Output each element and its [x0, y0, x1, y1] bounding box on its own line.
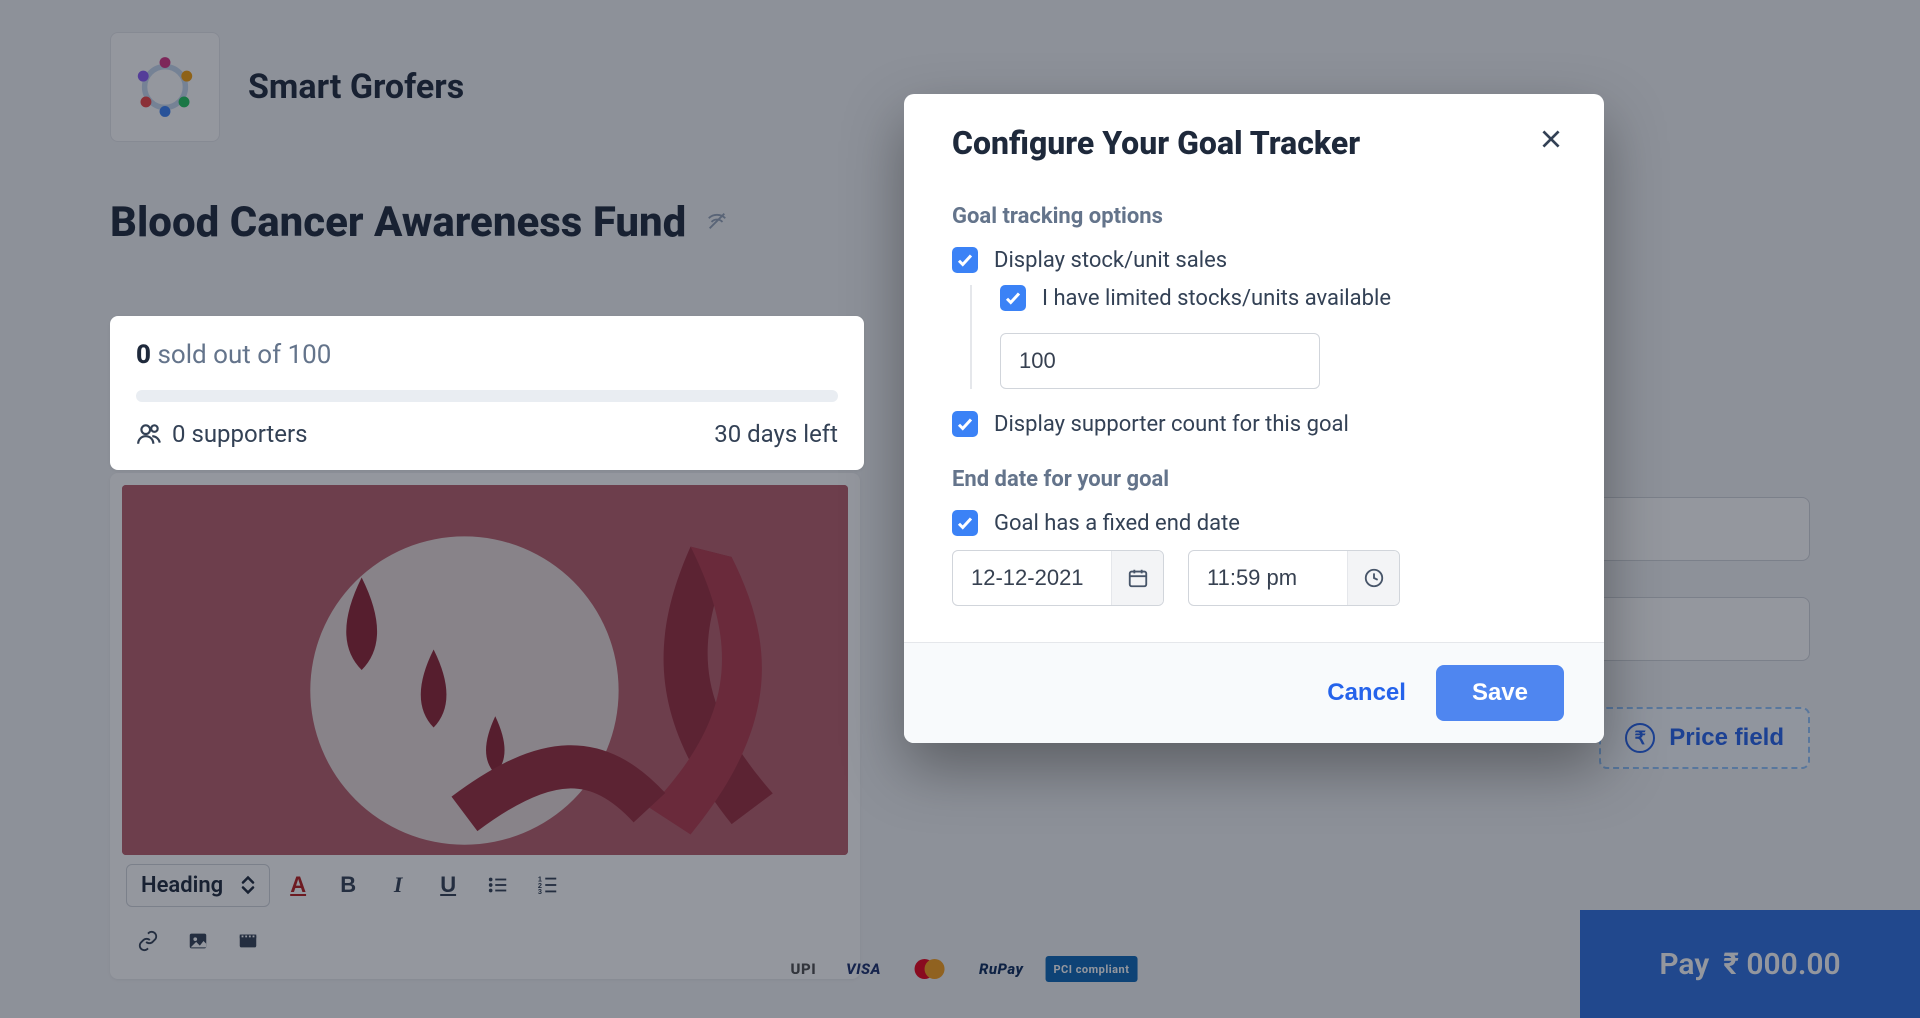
- goal-sold-count: 0: [136, 340, 151, 370]
- people-icon: [136, 421, 162, 447]
- checkbox-fixed-end-date[interactable]: Goal has a fixed end date: [952, 510, 1556, 536]
- section-enddate-label: End date for your goal: [952, 467, 1556, 492]
- checkbox-limited-stock[interactable]: I have limited stocks/units available: [1000, 285, 1556, 311]
- configure-goal-modal: Configure Your Goal Tracker Goal trackin…: [904, 94, 1604, 743]
- modal-title: Configure Your Goal Tracker: [952, 124, 1360, 162]
- checkbox-fixed-end-date-label: Goal has a fixed end date: [994, 511, 1240, 536]
- checkbox-icon: [952, 411, 978, 437]
- end-time-field[interactable]: [1188, 550, 1400, 606]
- checkbox-display-stock[interactable]: Display stock/unit sales: [952, 247, 1556, 273]
- checkbox-limited-stock-label: I have limited stocks/units available: [1042, 286, 1391, 311]
- save-button[interactable]: Save: [1436, 665, 1564, 721]
- calendar-icon[interactable]: [1111, 551, 1163, 605]
- checkbox-display-stock-label: Display stock/unit sales: [994, 248, 1227, 273]
- clock-icon[interactable]: [1347, 551, 1399, 605]
- checkbox-supporter-count-label: Display supporter count for this goal: [994, 412, 1349, 437]
- stock-quantity-input[interactable]: [1000, 333, 1320, 389]
- close-button[interactable]: [1538, 126, 1564, 160]
- end-date-field[interactable]: [952, 550, 1164, 606]
- close-icon: [1538, 126, 1564, 152]
- section-tracking-label: Goal tracking options: [952, 204, 1556, 229]
- checkbox-icon: [1000, 285, 1026, 311]
- goal-tracker-card[interactable]: 0 sold out of 100 0 supporters 30 days l…: [110, 316, 864, 470]
- end-date-input[interactable]: [953, 551, 1111, 605]
- cancel-button[interactable]: Cancel: [1327, 679, 1406, 707]
- checkbox-icon: [952, 510, 978, 536]
- goal-sold-label: sold out of 100: [151, 340, 331, 370]
- goal-sold-line: 0 sold out of 100: [136, 340, 838, 370]
- goal-supporters-text: 0 supporters: [172, 420, 308, 448]
- end-time-input[interactable]: [1189, 551, 1347, 605]
- checkbox-icon: [952, 247, 978, 273]
- goal-days-left: 30 days left: [714, 420, 838, 448]
- checkbox-supporter-count[interactable]: Display supporter count for this goal: [952, 411, 1556, 437]
- goal-progress-bar: [136, 390, 838, 402]
- goal-supporters: 0 supporters: [136, 420, 308, 448]
